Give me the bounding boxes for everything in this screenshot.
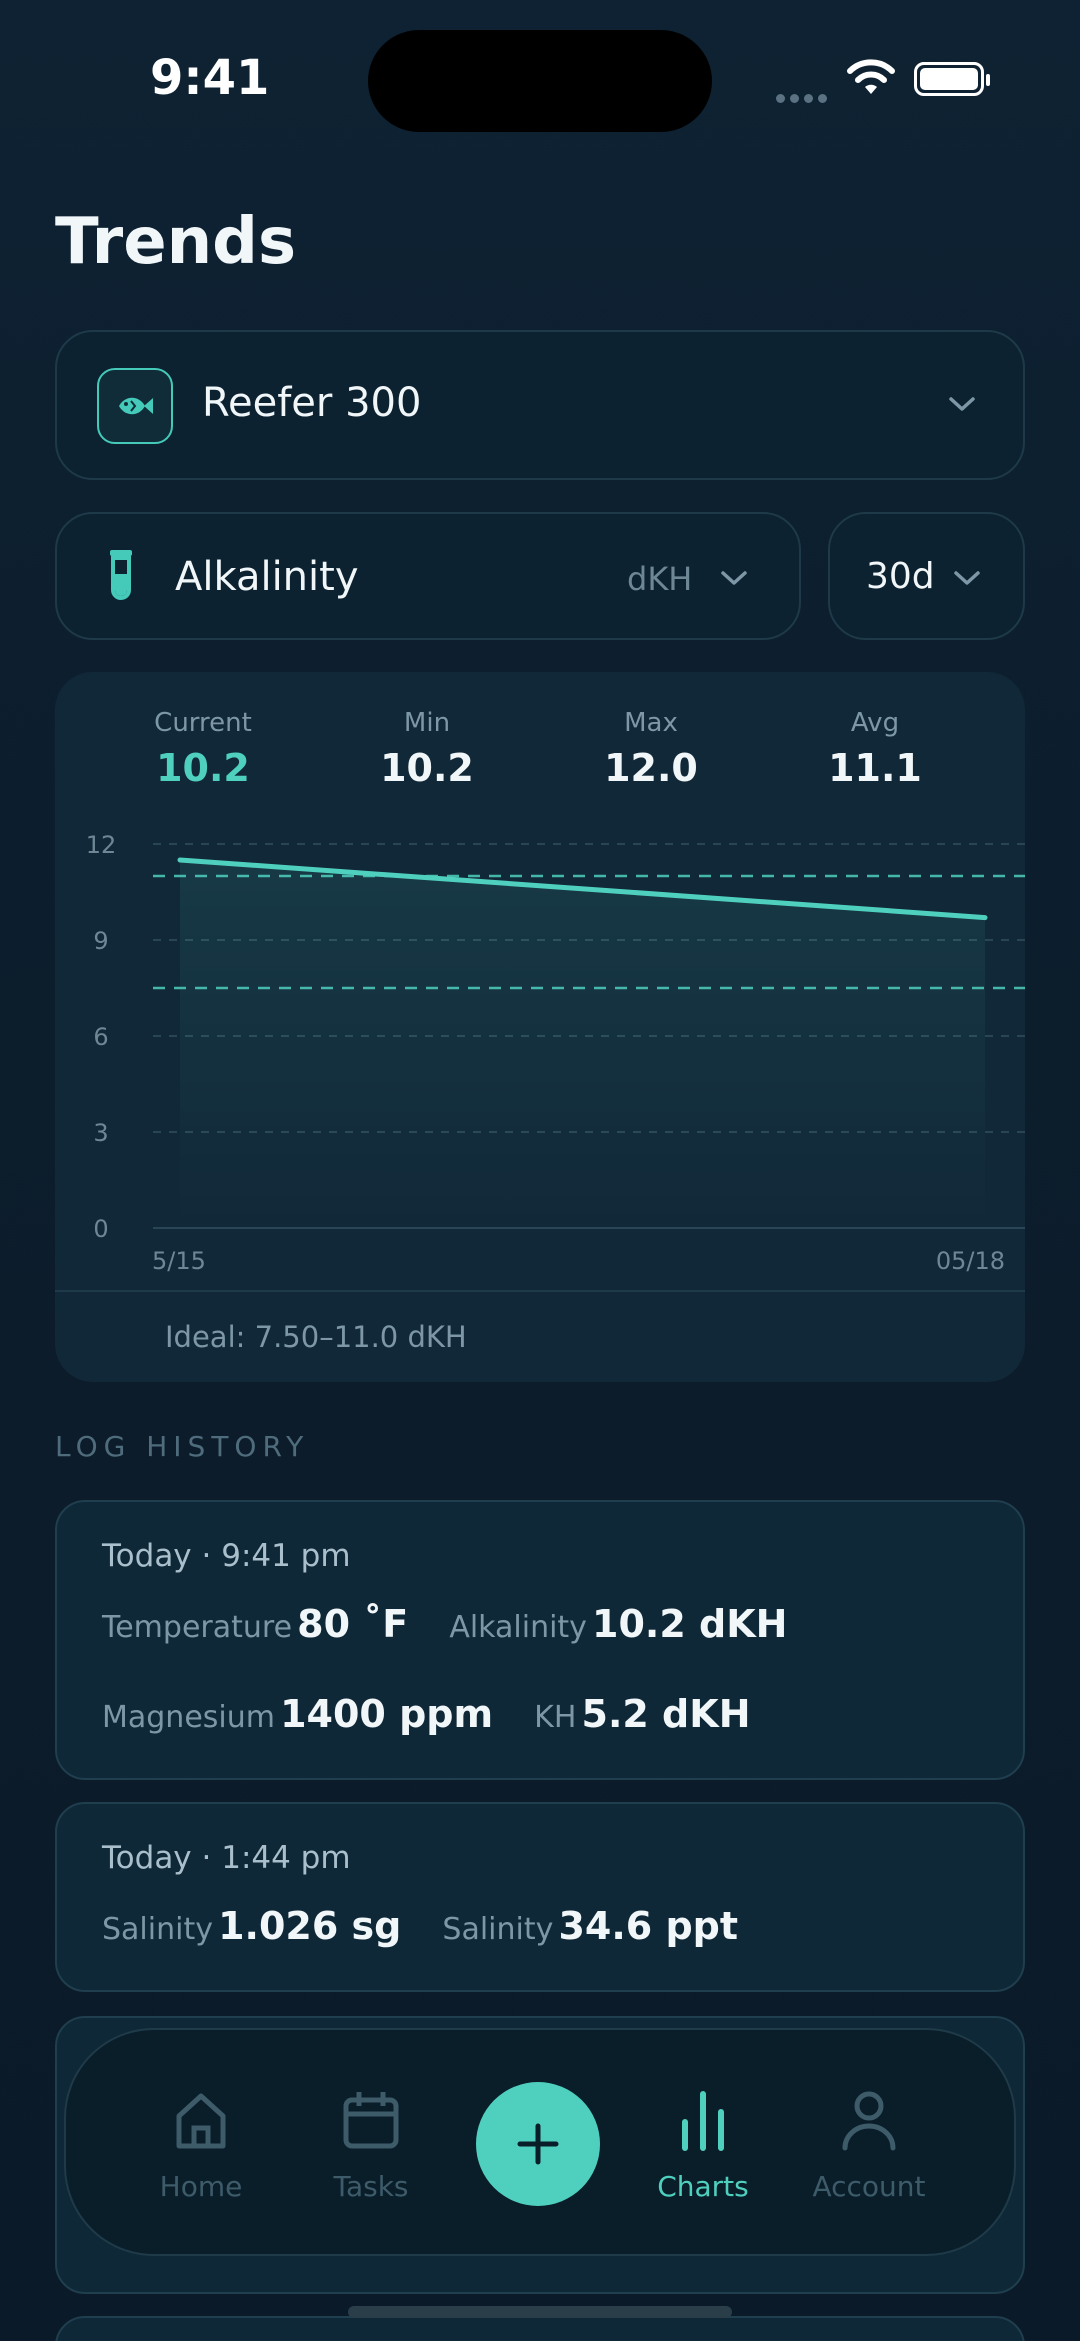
- x-tick-label: 05/18: [936, 1247, 1005, 1272]
- wifi-icon: [847, 59, 895, 94]
- range-value: 30d: [866, 556, 935, 597]
- dynamic-island: [368, 30, 712, 132]
- ideal-range-label: Ideal: 7.50–11.0 dKH: [165, 1320, 467, 1354]
- home-indicator: [348, 2306, 732, 2318]
- reading-value: 1400 ppm: [280, 1692, 494, 1736]
- reading-label: Salinity: [442, 1912, 554, 1947]
- test-tube-icon: [110, 550, 132, 600]
- add-log-button[interactable]: [476, 2082, 600, 2206]
- parameter-selector[interactable]: Alkalinity dKH: [55, 512, 801, 640]
- cellular-signal-icon: [776, 88, 832, 107]
- chevron-down-icon: [721, 571, 747, 585]
- y-tick-label: 12: [86, 831, 117, 859]
- log-entry[interactable]: [55, 2316, 1025, 2341]
- tab-label: Charts: [657, 2170, 749, 2203]
- range-selector[interactable]: 30d: [828, 512, 1025, 640]
- reading-label: Magnesium: [102, 1700, 275, 1735]
- calendar-icon: [343, 2092, 399, 2149]
- status-bar: 9:41: [0, 0, 1080, 160]
- tab-label: Tasks: [333, 2170, 409, 2203]
- reading-value: 34.6 ppt: [558, 1904, 739, 1948]
- tab-label: Home: [159, 2170, 243, 2203]
- tab-charts[interactable]: Charts: [628, 2088, 778, 2203]
- chart-divider: [55, 1290, 1025, 1292]
- log-entry-date: Today · 9:41 pm: [102, 1538, 351, 1574]
- y-tick-label: 6: [93, 1023, 108, 1051]
- home-icon: [176, 2093, 226, 2149]
- parameter-name: Alkalinity: [175, 554, 359, 600]
- battery-icon: [914, 62, 990, 96]
- line-chart: 0 3 6 9 12 5/15 05/18: [86, 831, 1025, 1272]
- log-entry-readings: Magnesium 1400 ppm KH 5.2 dKH: [102, 1692, 787, 1736]
- reading-value: 80 ˚F: [297, 1602, 409, 1646]
- plus-icon: [517, 2123, 559, 2165]
- chevron-down-icon: [954, 571, 980, 585]
- fish-icon: [97, 368, 173, 444]
- log-entry[interactable]: Today · 1:44 pm Salinity 1.026 sg Salini…: [55, 1802, 1025, 1992]
- tank-selector[interactable]: Reefer 300: [55, 330, 1025, 480]
- tab-label: Account: [812, 2170, 926, 2203]
- x-tick-label: 5/15: [152, 1247, 206, 1272]
- status-time: 9:41: [150, 50, 270, 106]
- reading-label: Salinity: [102, 1912, 213, 1947]
- reading-value: 10.2 dKH: [592, 1602, 788, 1646]
- reading-value: 5.2 dKH: [581, 1692, 751, 1736]
- trend-chart-card: Current 10.2 Min 10.2 Max 12.0 Avg 11.1 …: [55, 672, 1025, 1382]
- log-history-heading: LOG HISTORY: [55, 1430, 310, 1463]
- tab-home[interactable]: Home: [126, 2088, 276, 2203]
- tab-tasks[interactable]: Tasks: [296, 2088, 446, 2203]
- chevron-down-icon: [949, 397, 975, 411]
- y-tick-label: 3: [93, 1119, 108, 1147]
- tab-bar: Home Tasks Charts Account: [64, 2028, 1016, 2256]
- reading-label: Temperature: [102, 1610, 293, 1645]
- bar-chart-icon: [682, 2091, 724, 2151]
- log-entry-date: Today · 1:44 pm: [102, 1840, 351, 1876]
- tab-account[interactable]: Account: [794, 2088, 944, 2203]
- y-tick-label: 9: [93, 927, 108, 955]
- reading-value: 1.026 sg: [218, 1904, 402, 1948]
- page-title: Trends: [55, 205, 297, 279]
- parameter-unit: dKH: [627, 560, 693, 598]
- person-icon: [842, 2091, 896, 2151]
- series-area: [180, 860, 985, 1228]
- reading-label: KH: [534, 1700, 577, 1735]
- y-tick-label: 0: [93, 1215, 108, 1243]
- log-entry-readings: Temperature 80 ˚F Alkalinity 10.2 dKH: [102, 1602, 823, 1646]
- log-entry[interactable]: Today · 9:41 pm Temperature 80 ˚F Alkali…: [55, 1500, 1025, 1780]
- reading-label: Alkalinity: [449, 1610, 587, 1645]
- tank-name: Reefer 300: [202, 380, 422, 426]
- log-entry-readings: Salinity 1.026 sg Salinity 34.6 ppt: [102, 1904, 774, 1948]
